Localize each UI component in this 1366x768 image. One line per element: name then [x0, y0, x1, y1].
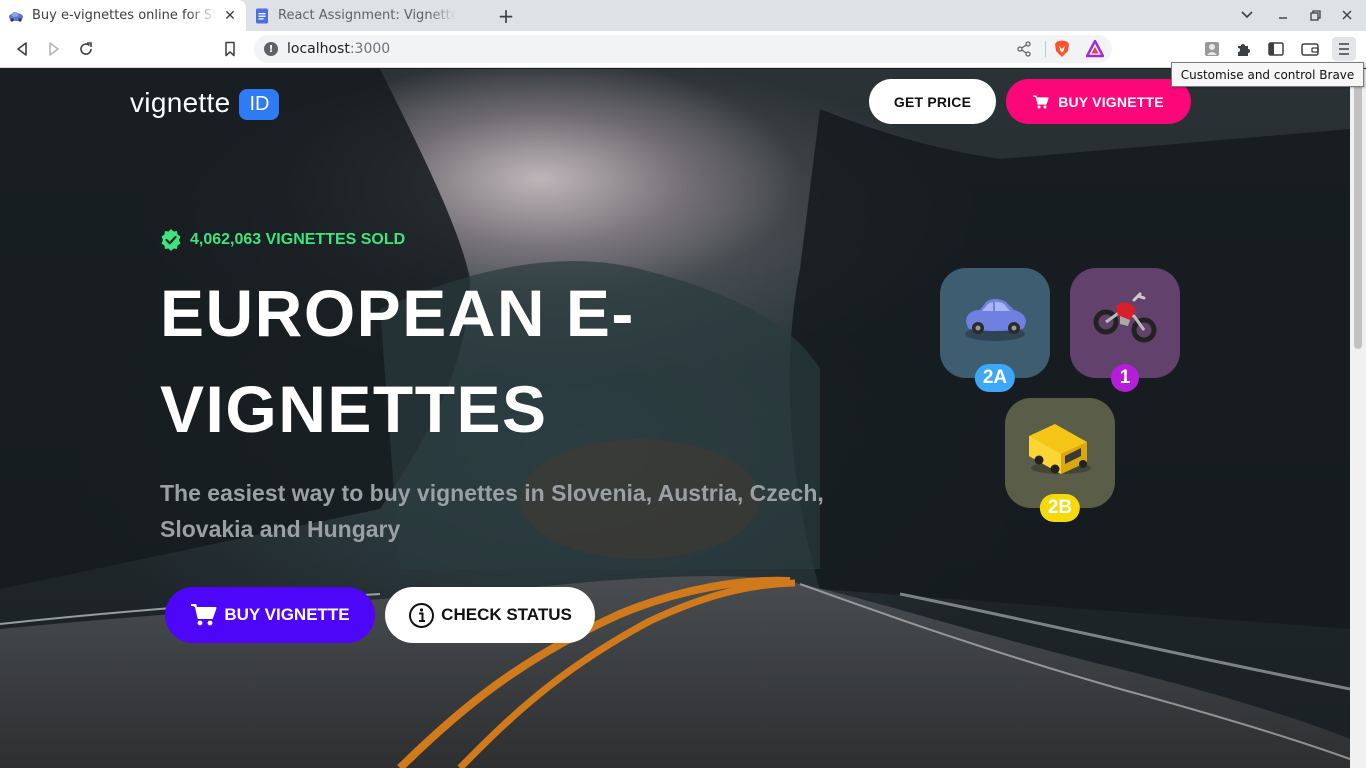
check-status-label: CHECK STATUS [441, 605, 572, 624]
sidebar-toggle-icon[interactable] [1264, 37, 1288, 61]
site-logo[interactable]: vignette ID [130, 85, 280, 120]
page-headline: EUROPEAN E- VIGNETTES [160, 265, 720, 457]
vehicle-tile-car[interactable]: 2A [940, 268, 1050, 392]
buy-vignette-label: BUY VIGNETTE [224, 605, 350, 624]
van-icon [1029, 424, 1091, 474]
profile-avatar-icon[interactable] [1200, 37, 1224, 61]
logo-badge: ID [239, 89, 280, 120]
minimize-icon[interactable] [1272, 5, 1294, 25]
header-buy-vignette-button[interactable]: BUY VIGNETTE [1006, 79, 1191, 124]
brave-rewards-icon[interactable] [1086, 40, 1104, 58]
site-info-icon[interactable]: ! [264, 42, 278, 56]
new-tab-button[interactable]: + [494, 4, 518, 28]
buy-vignette-button[interactable]: BUY VIGNETTE [165, 587, 375, 643]
headline-line-2: VIGNETTES [160, 372, 548, 446]
vehicle-class-badge: 1 [1111, 364, 1139, 392]
wallet-icon[interactable] [1298, 37, 1322, 61]
menu-tooltip: Customise and control Brave [1171, 62, 1364, 87]
logo-wordmark: vignette [130, 86, 231, 118]
tab-title: Buy e-vignettes online for Slovenia [32, 8, 216, 23]
browser-toolbar: ! localhost:3000 [0, 31, 1366, 68]
brave-shields-icon[interactable] [1054, 40, 1070, 58]
url-separator [1045, 41, 1046, 57]
share-icon[interactable] [1016, 41, 1032, 57]
vehicle-tile-motorcycle[interactable]: 1 [1070, 268, 1180, 392]
google-docs-favicon-icon [256, 8, 268, 23]
check-status-button[interactable]: CHECK STATUS [385, 587, 595, 643]
url-text[interactable]: localhost:3000 [287, 41, 390, 57]
hero-tagline: The easiest way to buy vignettes in Slov… [160, 480, 824, 542]
back-icon[interactable] [10, 37, 34, 61]
verified-check-icon [161, 229, 181, 251]
vehicle-class-badge: 2A [974, 364, 1016, 392]
header-buy-label: BUY VIGNETTE [1058, 93, 1164, 110]
get-price-label: GET PRICE [893, 93, 972, 110]
headline-line-1: EUROPEAN E- [160, 276, 635, 350]
hero-section: vignette ID GET PRICE BUY VIGNETTE 4,062… [0, 69, 1350, 768]
extensions-puzzle-icon[interactable] [1232, 37, 1256, 61]
page-scrollbar[interactable] [1350, 69, 1366, 768]
forward-icon[interactable] [42, 37, 66, 61]
tab-inactive[interactable]: React Assignment: Vignette - Google Docs… [246, 0, 486, 31]
cart-icon [190, 603, 218, 627]
bookmark-icon[interactable] [218, 37, 242, 61]
vignettes-sold-counter: 4,062,063 VIGNETTES SOLD [160, 229, 405, 251]
tab-active[interactable]: Buy e-vignettes online for Slovenia ✕ [0, 0, 246, 31]
close-window-icon[interactable] [1336, 5, 1358, 25]
tab-title: React Assignment: Vignette - Google Docs [278, 8, 456, 23]
tab-search-chevron-icon[interactable] [1236, 5, 1258, 25]
motorcycle-icon [1093, 292, 1157, 343]
restore-icon[interactable] [1304, 5, 1326, 25]
scrollbar-thumb[interactable] [1354, 69, 1362, 349]
address-bar[interactable]: ! localhost:3000 [254, 35, 1112, 63]
sold-count-text: 4,062,063 VIGNETTES SOLD [190, 231, 406, 248]
tab-close-icon[interactable]: ✕ [222, 8, 238, 24]
vignette-favicon-icon [9, 11, 23, 22]
vehicle-class-badge: 2B [1039, 494, 1081, 522]
reload-icon[interactable] [74, 37, 98, 61]
get-price-button[interactable]: GET PRICE [869, 79, 996, 124]
vehicle-tile-van[interactable]: 2B [1005, 398, 1115, 522]
info-circle-icon [408, 602, 435, 629]
browser-tab-strip: Buy e-vignettes online for Slovenia ✕ Re… [0, 0, 1366, 31]
car-icon [965, 299, 1026, 341]
cart-icon [1033, 94, 1049, 108]
menu-hamburger-icon[interactable] [1332, 37, 1356, 61]
